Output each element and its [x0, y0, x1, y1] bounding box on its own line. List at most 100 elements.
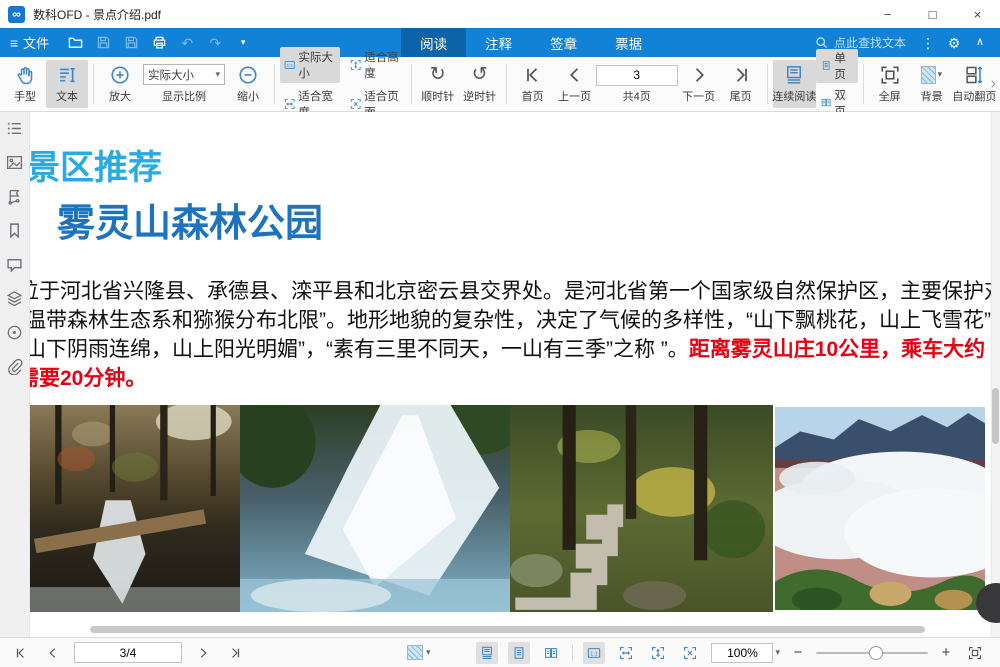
zoom-in-icon [110, 65, 130, 85]
hamburger-icon: ≡ [10, 36, 18, 50]
background-button[interactable]: ▾ 背景 [911, 60, 953, 108]
sidebar-item-semantic-tree[interactable] [6, 188, 23, 205]
paperclip-icon [6, 358, 23, 375]
rotate-ccw-label: 逆时针 [463, 88, 496, 104]
first-page-button[interactable]: 首页 [512, 60, 554, 108]
separator [572, 644, 573, 662]
vertical-scrollbar-thumb[interactable] [992, 388, 999, 444]
tab-signature[interactable]: 签章 [531, 28, 596, 57]
rotate-clockwise-button[interactable]: ↻ 顺时针 [417, 60, 459, 108]
save-button [91, 32, 115, 54]
horizontal-scrollbar-thumb[interactable] [90, 626, 925, 633]
collapse-ribbon-button[interactable]: ∧ [968, 32, 992, 54]
status-page-indicator-input[interactable] [74, 642, 182, 663]
background-label: 背景 [921, 88, 943, 104]
status-next-page-button[interactable] [192, 642, 214, 664]
menu-bar-left: ≡ 文件 ↶ ↷ ▾ [0, 28, 255, 57]
page-number-input[interactable] [596, 65, 678, 86]
chevron-up-icon: ∧ [976, 37, 984, 48]
zoom-slider-handle[interactable] [869, 646, 883, 660]
status-fit-width-button[interactable] [615, 642, 637, 664]
file-menu-label: 文件 [23, 33, 49, 52]
scale-select[interactable]: 实际大小 ▾ [143, 64, 225, 85]
sidebar-item-outline[interactable] [6, 120, 23, 137]
first-page-label: 首页 [522, 88, 544, 104]
app-logo-icon: ∞ [8, 6, 25, 23]
status-fit-page-button[interactable] [679, 642, 701, 664]
tab-annotate[interactable]: 注释 [466, 28, 531, 57]
fit-actual-label: 实际大小 [298, 49, 335, 81]
file-menu-button[interactable]: ≡ 文件 [10, 33, 59, 52]
fit-height-button[interactable]: 适合高度 [346, 47, 406, 83]
sidebar-rail [0, 112, 30, 637]
zoom-level-input[interactable] [711, 643, 773, 663]
sidebar-item-layers[interactable] [6, 290, 23, 307]
next-page-icon [689, 65, 709, 85]
fit-actual-size-button[interactable]: 实际大小 [280, 47, 340, 83]
chevron-right-icon [988, 78, 998, 90]
hand-tool-button[interactable]: 手型 [4, 60, 46, 108]
rotate-cw-icon: ↻ [430, 65, 446, 84]
print-button[interactable] [147, 32, 171, 54]
auto-flip-icon [964, 65, 984, 85]
more-options-button[interactable]: ⋮ [916, 32, 940, 54]
toolbar: 手型 文本 放大 实际大小 ▾ 显示比例 缩小 实际大小 适合高度 适合宽度 适… [0, 57, 1000, 112]
close-button[interactable]: × [955, 0, 1000, 28]
continuous-pages-icon [784, 65, 804, 85]
zoom-in-label: 放大 [109, 88, 131, 104]
zoom-in-button[interactable]: 放大 [99, 60, 141, 108]
sidebar-item-destinations[interactable] [6, 324, 23, 341]
last-page-button[interactable]: 尾页 [720, 60, 762, 108]
rotate-counterclockwise-button[interactable]: ↺ 逆时针 [459, 60, 501, 108]
status-fit-height-button[interactable] [647, 642, 669, 664]
zoom-out-button[interactable]: 缩小 [227, 60, 269, 108]
print-icon [152, 35, 167, 50]
sidebar-item-bookmarks[interactable] [6, 222, 23, 239]
next-page-button[interactable]: 下一页 [678, 60, 720, 108]
zoom-plus-button[interactable]: + [938, 644, 954, 661]
background-swatch-icon [921, 66, 935, 84]
caret-down-icon[interactable]: ▾ [775, 647, 780, 658]
sidebar-item-thumbnails[interactable] [6, 154, 23, 171]
tab-invoice[interactable]: 票据 [596, 28, 661, 57]
maximize-button[interactable]: □ [910, 0, 955, 28]
doc-line-1: 位于河北省兴隆县、承德县、滦平县和北京密云县交界处。是河北省第一个国家级自然保护… [30, 277, 1000, 306]
outline-list-icon [6, 120, 23, 137]
status-single-page-button[interactable] [508, 642, 530, 664]
open-file-button[interactable] [63, 32, 87, 54]
caret-down-icon: ▾ [938, 69, 943, 80]
fit-page-icon [350, 97, 361, 111]
document-page[interactable]: 景区推荐 雾灵山森林公园 位于河北省兴隆县、承德县、滦平县和北京密云县交界处。是… [30, 112, 1000, 637]
zoom-minus-button[interactable]: − [790, 644, 806, 661]
sidebar-item-attachments[interactable] [6, 358, 23, 375]
status-double-page-button[interactable] [540, 642, 562, 664]
settings-button[interactable]: ⚙ [942, 32, 966, 54]
text-select-tool-button[interactable]: 文本 [46, 60, 88, 108]
continuous-reading-button[interactable]: 连续阅读 [773, 60, 816, 108]
quick-tools-dropdown[interactable]: ▾ [231, 32, 255, 54]
status-prev-page-button[interactable] [42, 642, 64, 664]
tab-read[interactable]: 阅读 [401, 28, 466, 57]
status-background-button[interactable]: ▾ [407, 645, 431, 660]
single-page-button[interactable]: 单页 [816, 49, 858, 83]
fullscreen-button[interactable]: 全屏 [869, 60, 911, 108]
vertical-scrollbar[interactable] [991, 112, 1000, 637]
zoom-slider[interactable] [816, 652, 928, 654]
undo-icon: ↶ [181, 36, 193, 50]
semantic-tree-icon [6, 188, 23, 205]
status-first-page-button[interactable] [10, 642, 32, 664]
fit-height-label: 适合高度 [364, 49, 401, 81]
status-continuous-button[interactable] [476, 642, 498, 664]
minimize-button[interactable]: − [865, 0, 910, 28]
sidebar-item-comments[interactable] [6, 256, 23, 273]
caret-down-icon: ▾ [241, 37, 246, 48]
status-actual-size-button[interactable] [583, 642, 605, 664]
status-last-page-button[interactable] [224, 642, 246, 664]
next-page-icon [196, 646, 210, 660]
toolbar-expand-button[interactable] [988, 57, 998, 111]
double-page-icon [821, 96, 831, 109]
separator [411, 64, 412, 104]
status-fullscreen-button[interactable] [964, 642, 986, 664]
fit-width-icon [284, 97, 295, 111]
prev-page-button[interactable]: 上一页 [554, 60, 596, 108]
